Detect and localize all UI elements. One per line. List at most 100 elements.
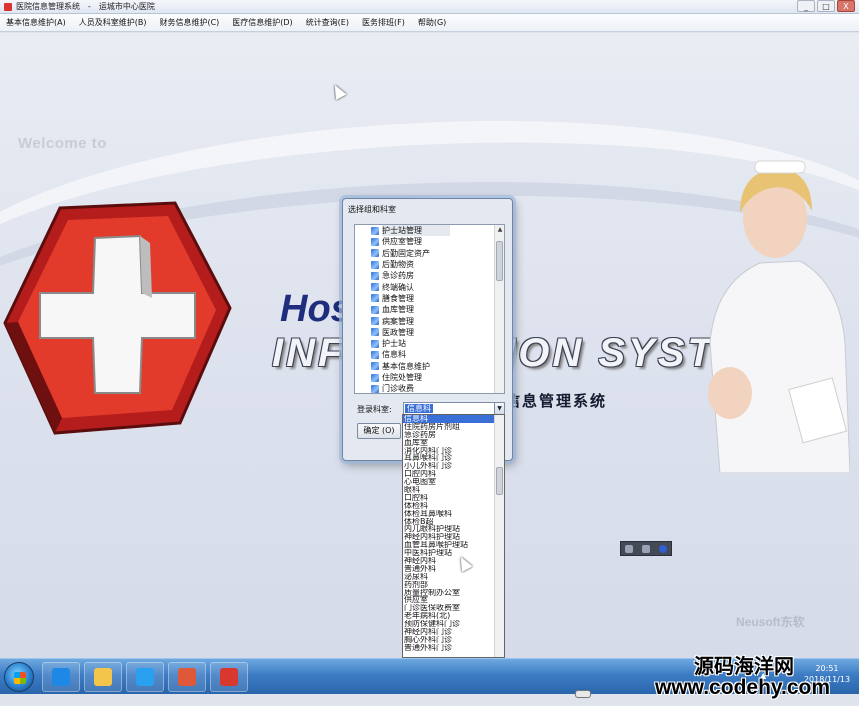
dropdown-option[interactable]: 口腔内科 xyxy=(403,470,504,478)
dept-dropdown-list[interactable]: 信息科 住院药房片剂组 急诊药房 血库室 消化内科门诊 耳鼻喉科门诊 小儿外科门诊 口腔内科心… xyxy=(402,414,505,658)
dropdown-option[interactable]: 内儿眼科护理站 xyxy=(403,525,504,533)
menu-basic-info[interactable]: 基本信息维护(A) xyxy=(6,17,66,28)
dept-select-value: 信息科 xyxy=(405,404,433,413)
maximize-button[interactable]: □ xyxy=(817,0,835,12)
dropdown-option[interactable]: 神经内科门诊 xyxy=(403,628,504,636)
neusoft-brand: Neusoft东软 xyxy=(736,615,805,629)
dept-label: 登录科室: xyxy=(357,405,392,414)
dropdown-option[interactable]: 消化内科门诊 xyxy=(403,447,504,455)
dropdown-option[interactable]: 胸心外科门诊 xyxy=(403,636,504,644)
book-icon xyxy=(371,283,379,292)
taskbar-app-his-app[interactable] xyxy=(210,662,248,692)
tree-node[interactable]: 信息科 xyxy=(355,349,504,360)
dropdown-option[interactable]: 体检耳鼻喉科 xyxy=(403,510,504,518)
dropdown-scrollbar[interactable] xyxy=(494,415,504,657)
tree-node[interactable]: 医政管理 xyxy=(355,327,504,338)
menu-finance[interactable]: 财务信息维护(C) xyxy=(159,17,219,28)
dropdown-option[interactable]: 普通外科 xyxy=(403,565,504,573)
book-icon xyxy=(371,328,379,337)
tree-node[interactable]: 血库管理 xyxy=(355,304,504,315)
help-icon[interactable] xyxy=(658,544,667,553)
dropdown-option[interactable]: 药剂部 xyxy=(403,581,504,589)
dropdown-option[interactable]: 耳鼻喉科门诊 xyxy=(403,454,504,462)
dropdown-option[interactable]: 血管耳鼻喉护理站 xyxy=(403,541,504,549)
nurse-image xyxy=(708,160,850,473)
title-separator: - xyxy=(88,2,91,11)
tree-node[interactable]: 门诊收费 xyxy=(355,383,504,393)
book-icon xyxy=(371,237,379,246)
dropdown-option[interactable]: 预防保健科门诊 xyxy=(403,620,504,628)
start-button[interactable] xyxy=(4,662,34,692)
tree-node-label: 信息科 xyxy=(382,350,406,360)
minimize-button[interactable]: _ xyxy=(797,0,815,12)
dropdown-option[interactable]: 中医科护理站 xyxy=(403,549,504,557)
taskbar-app-ie[interactable] xyxy=(42,662,80,692)
tree-node[interactable]: 住院处管理 xyxy=(355,372,504,383)
menu-help[interactable]: 帮助(G) xyxy=(418,17,446,28)
dialog-title: 选择组和科室 xyxy=(348,205,396,214)
tree-node-label: 住院处管理 xyxy=(382,373,422,382)
book-icon xyxy=(371,317,379,326)
group-tree[interactable]: 护士站管理 供应室管理 后勤固定资产 后勤物资 急诊药房 终端确认 膳食管理 血库管理 病案管理… xyxy=(354,224,505,394)
ok-button[interactable]: 确定 (O) xyxy=(357,423,401,439)
ie-icon xyxy=(52,668,70,686)
tree-node[interactable]: 护士站 xyxy=(355,338,504,349)
tree-node-label: 医政管理 xyxy=(382,327,414,337)
tree-node[interactable]: 供应室管理 xyxy=(355,236,504,247)
tree-node[interactable]: 终端确认 xyxy=(355,281,504,292)
tree-node[interactable]: 急诊药房 xyxy=(355,270,504,281)
hospital-cross-logo xyxy=(3,201,232,435)
dropdown-option[interactable]: 门诊医保收费室 xyxy=(403,604,504,612)
taskbar-app-media[interactable] xyxy=(168,662,206,692)
dropdown-option[interactable]: 普通外科门诊 xyxy=(403,644,504,652)
menu-scheduling[interactable]: 医务排班(F) xyxy=(362,17,405,28)
book-icon xyxy=(371,384,379,393)
dropdown-option[interactable]: 体检B超 xyxy=(403,518,504,526)
book-icon xyxy=(371,350,379,359)
dropdown-option[interactable]: 神经内科 xyxy=(403,557,504,565)
tree-node[interactable]: 基本信息维护 xyxy=(355,361,504,372)
dropdown-option[interactable]: 泌尿科 xyxy=(403,573,504,581)
menu-staff-dept[interactable]: 人员及科室维护(B) xyxy=(79,17,147,28)
taskbar-app-explorer[interactable] xyxy=(84,662,122,692)
dropdown-option[interactable]: 眼科 xyxy=(403,486,504,494)
scroll-thumb[interactable] xyxy=(496,467,503,495)
dropdown-option[interactable]: 老年病科(北) xyxy=(403,612,504,620)
resize-grip[interactable] xyxy=(575,690,591,698)
dropdown-option[interactable]: 住院药房片剂组 xyxy=(403,423,504,431)
tree-node[interactable]: 护士站管理 xyxy=(355,225,504,237)
tree-node-label: 血库管理 xyxy=(382,305,414,315)
dropdown-option[interactable]: 急诊药房 xyxy=(403,431,504,439)
windows-logo-icon xyxy=(14,672,26,684)
dropdown-option[interactable]: 心电图室 xyxy=(403,478,504,486)
toolbar-grip-icon[interactable] xyxy=(625,544,634,553)
tree-node-label: 基本信息维护 xyxy=(382,361,430,371)
dropdown-option[interactable]: 口腔科 xyxy=(403,494,504,502)
floating-toolbar[interactable] xyxy=(620,541,672,556)
tree-node[interactable]: 膳食管理 xyxy=(355,293,504,304)
dropdown-option[interactable]: 质量控制办公室 xyxy=(403,589,504,597)
dropdown-option[interactable]: 神经内科护理站 xyxy=(403,533,504,541)
dropdown-option[interactable]: 血库室 xyxy=(403,439,504,447)
book-icon xyxy=(371,249,379,258)
scroll-up-icon[interactable]: ▲ xyxy=(495,225,504,235)
dropdown-option[interactable]: 体检科 xyxy=(403,502,504,510)
tree-node[interactable]: 病案管理 xyxy=(355,315,504,326)
book-icon xyxy=(371,305,379,314)
tree-node[interactable]: 后勤固定资产 xyxy=(355,248,504,259)
tree-scrollbar[interactable]: ▲ xyxy=(494,225,504,393)
menu-medical[interactable]: 医疗信息维护(D) xyxy=(232,17,292,28)
tree-node-label: 终端确认 xyxy=(382,282,414,292)
taskbar-app-ie2[interactable] xyxy=(126,662,164,692)
dropdown-option[interactable]: 信息科 xyxy=(403,415,504,423)
keyboard-icon[interactable] xyxy=(641,544,650,553)
dropdown-option[interactable]: 供应室 xyxy=(403,596,504,604)
dropdown-option[interactable]: 小儿外科门诊 xyxy=(403,462,504,470)
menu-statistics[interactable]: 统计查询(E) xyxy=(306,17,349,28)
tree-node[interactable]: 后勤物资 xyxy=(355,259,504,270)
scroll-thumb[interactable] xyxy=(496,241,503,281)
his-app-icon xyxy=(220,668,238,686)
tree-node-label: 急诊药房 xyxy=(382,271,414,281)
close-button[interactable]: X xyxy=(837,0,855,12)
chevron-down-icon[interactable]: ▼ xyxy=(494,403,504,414)
